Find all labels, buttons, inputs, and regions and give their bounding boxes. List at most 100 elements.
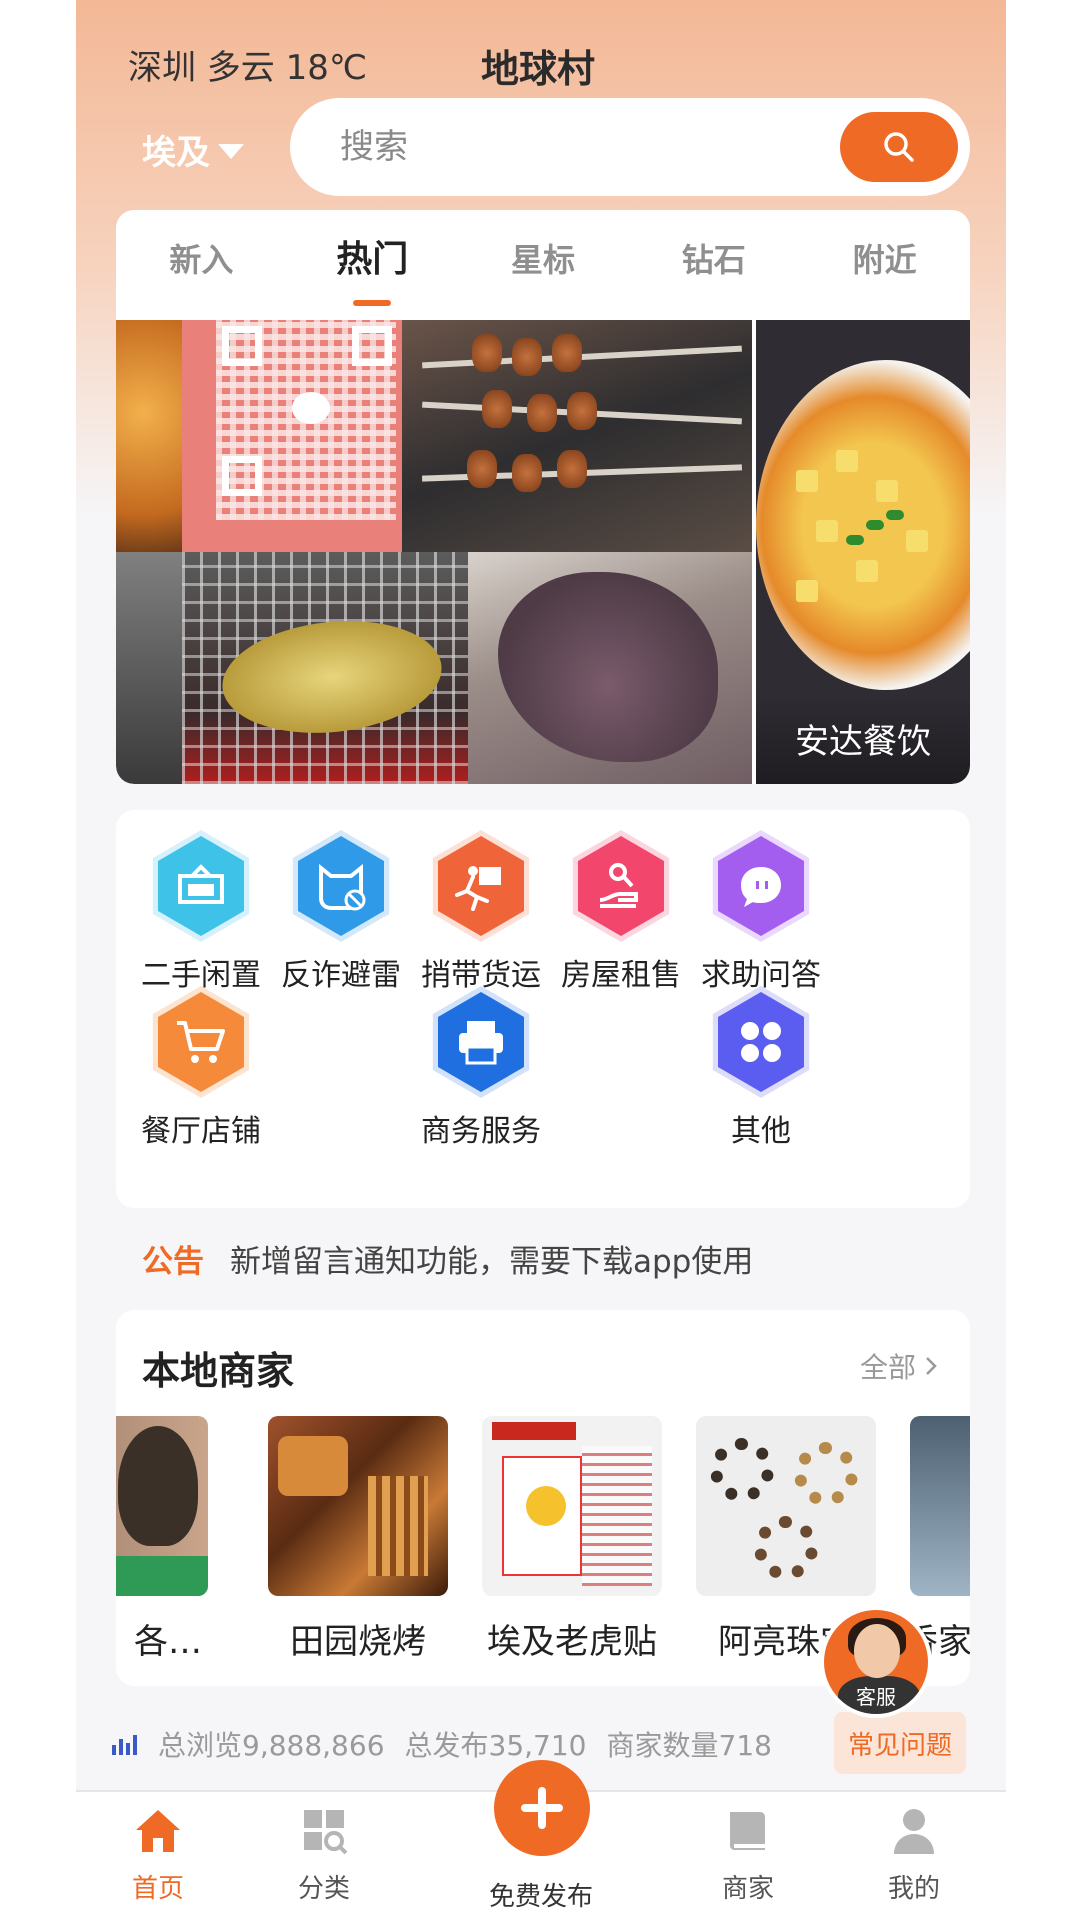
announcement-text: 新增留言通知功能，需要下载app使用	[230, 1244, 754, 1280]
search-button[interactable]	[840, 112, 958, 182]
flyer-text-block	[582, 1446, 652, 1586]
tofu-cube	[906, 530, 928, 552]
tofu-cube	[856, 560, 878, 582]
search-icon	[884, 132, 914, 162]
merchant-thumbnail	[482, 1416, 662, 1596]
category-label: 餐厅店铺	[141, 1114, 261, 1149]
category-business[interactable]: 商务服务	[396, 986, 566, 1150]
nav-label: 商家	[721, 1874, 774, 1904]
tofu-cube	[796, 580, 818, 602]
merchant-card[interactable]: 埃及老虎贴	[482, 1416, 662, 1663]
category-label: 其他	[731, 1114, 791, 1149]
chevron-right-icon	[926, 1357, 937, 1375]
app-screen: 深圳 多云 18℃ 地球村 埃及 新入 热门 星标 钻石 附近	[76, 0, 1006, 1920]
tab-hot[interactable]: 热门	[287, 210, 458, 320]
meat-piece	[567, 392, 597, 430]
publish-label: 免费发布	[488, 1882, 593, 1912]
qr-eye	[222, 326, 262, 366]
plus-icon	[521, 1787, 563, 1829]
search-bar[interactable]	[290, 98, 970, 196]
merchant-logo-strip	[492, 1422, 576, 1440]
announcement-bar[interactable]: 公告 新增留言通知功能，需要下载app使用	[142, 1236, 753, 1281]
grilled-fish	[216, 610, 448, 744]
banner-tile-food	[116, 320, 182, 552]
category-other[interactable]: 其他	[676, 986, 846, 1150]
skewer-stick	[422, 345, 742, 369]
tofu-cube	[796, 470, 818, 492]
banner-side-image[interactable]: 安达餐饮	[756, 320, 970, 784]
shopping-cart-icon	[152, 986, 250, 1098]
banner-caption: 安达餐饮	[756, 692, 970, 784]
tab-nearby[interactable]: 附近	[799, 210, 970, 320]
tab-bar: 新入 热门 星标 钻石 附近	[116, 210, 970, 320]
merchant-thumbnail	[696, 1416, 876, 1596]
banner-main-image[interactable]	[116, 320, 752, 784]
category-icon	[304, 1810, 348, 1855]
nav-category[interactable]: 分类	[264, 1806, 384, 1905]
region-selector[interactable]: 埃及	[142, 125, 244, 174]
food-image	[368, 1476, 428, 1576]
printer-icon	[432, 986, 530, 1098]
merchant-thumbnail	[116, 1416, 208, 1596]
herb-garnish	[846, 535, 864, 545]
section-title: 本地商家	[142, 1349, 295, 1393]
search-input[interactable]	[340, 127, 820, 167]
weather-info: 深圳 多云 18℃	[128, 48, 368, 88]
banner-tile-grill-edge	[116, 552, 182, 784]
merchant-card[interactable]: 各…	[116, 1416, 208, 1663]
user-icon	[894, 1809, 934, 1854]
delivery-runner-icon	[432, 830, 530, 942]
banner-tile-dried-squid	[468, 552, 752, 784]
publish-button[interactable]	[494, 1760, 590, 1856]
qr-eye	[222, 456, 262, 496]
home-icon	[136, 1810, 180, 1852]
category-restaurant[interactable]: 餐厅店铺	[116, 986, 286, 1150]
merchant-thumbnail	[910, 1416, 970, 1596]
meat-piece	[472, 334, 502, 372]
banner-carousel[interactable]: 安达餐饮	[116, 320, 970, 784]
tofu-cube	[876, 480, 898, 502]
nav-home[interactable]: 首页	[98, 1806, 218, 1905]
food-image	[278, 1436, 348, 1496]
customer-service-button[interactable]: 客服	[820, 1606, 932, 1718]
category-grid: 二手闲置 反诈避雷 捎带货运 房屋租售 求助问答 餐厅店铺 商务服务 其他	[116, 810, 970, 1208]
nav-label: 首页	[131, 1874, 184, 1904]
tofu-dish	[756, 360, 970, 690]
stat-merchant-count: 商家数量718	[606, 1729, 772, 1762]
merchant-card[interactable]: 田园烧烤	[268, 1416, 448, 1663]
anti-fraud-icon	[292, 830, 390, 942]
tab-diamond[interactable]: 钻石	[628, 210, 799, 320]
meat-piece	[512, 454, 542, 492]
chat-bubble-icon	[712, 830, 810, 942]
bracelet-image	[754, 1516, 818, 1580]
caret-down-icon	[218, 144, 244, 159]
category-qa[interactable]: 求助问答	[676, 830, 846, 994]
faq-button[interactable]: 常见问题	[834, 1712, 966, 1774]
stat-total-views: 总浏览9,888,866	[158, 1729, 385, 1762]
nav-label: 我的	[887, 1874, 940, 1904]
secondhand-icon	[152, 830, 250, 942]
stat-total-posts: 总发布35,710	[404, 1729, 587, 1762]
meat-piece	[467, 450, 497, 488]
bar-chart-icon	[112, 1735, 137, 1755]
nav-profile[interactable]: 我的	[854, 1806, 974, 1905]
meat-piece	[482, 390, 512, 428]
meat-piece	[557, 450, 587, 488]
tab-starred[interactable]: 星标	[458, 210, 629, 320]
more-grid-icon	[712, 986, 810, 1098]
merchant-thumbnail	[268, 1416, 448, 1596]
wechat-logo-icon	[292, 392, 330, 424]
banner-tile-qrcode	[182, 320, 402, 552]
nav-merchants[interactable]: 商家	[688, 1806, 808, 1905]
nav-label: 分类	[297, 1874, 350, 1904]
banner-tile-skewers	[402, 320, 752, 552]
bracelet-image	[794, 1442, 858, 1506]
view-all-link[interactable]: 全部	[860, 1346, 938, 1386]
tab-new[interactable]: 新入	[116, 210, 287, 320]
merchant-name: 埃及老虎贴	[487, 1622, 657, 1662]
dried-squid	[498, 572, 718, 762]
merchant-name: 各…	[134, 1622, 202, 1662]
view-all-label: 全部	[859, 1351, 916, 1384]
banner-tile-grilled-fish	[182, 552, 468, 784]
app-title: 地球村	[481, 47, 596, 91]
